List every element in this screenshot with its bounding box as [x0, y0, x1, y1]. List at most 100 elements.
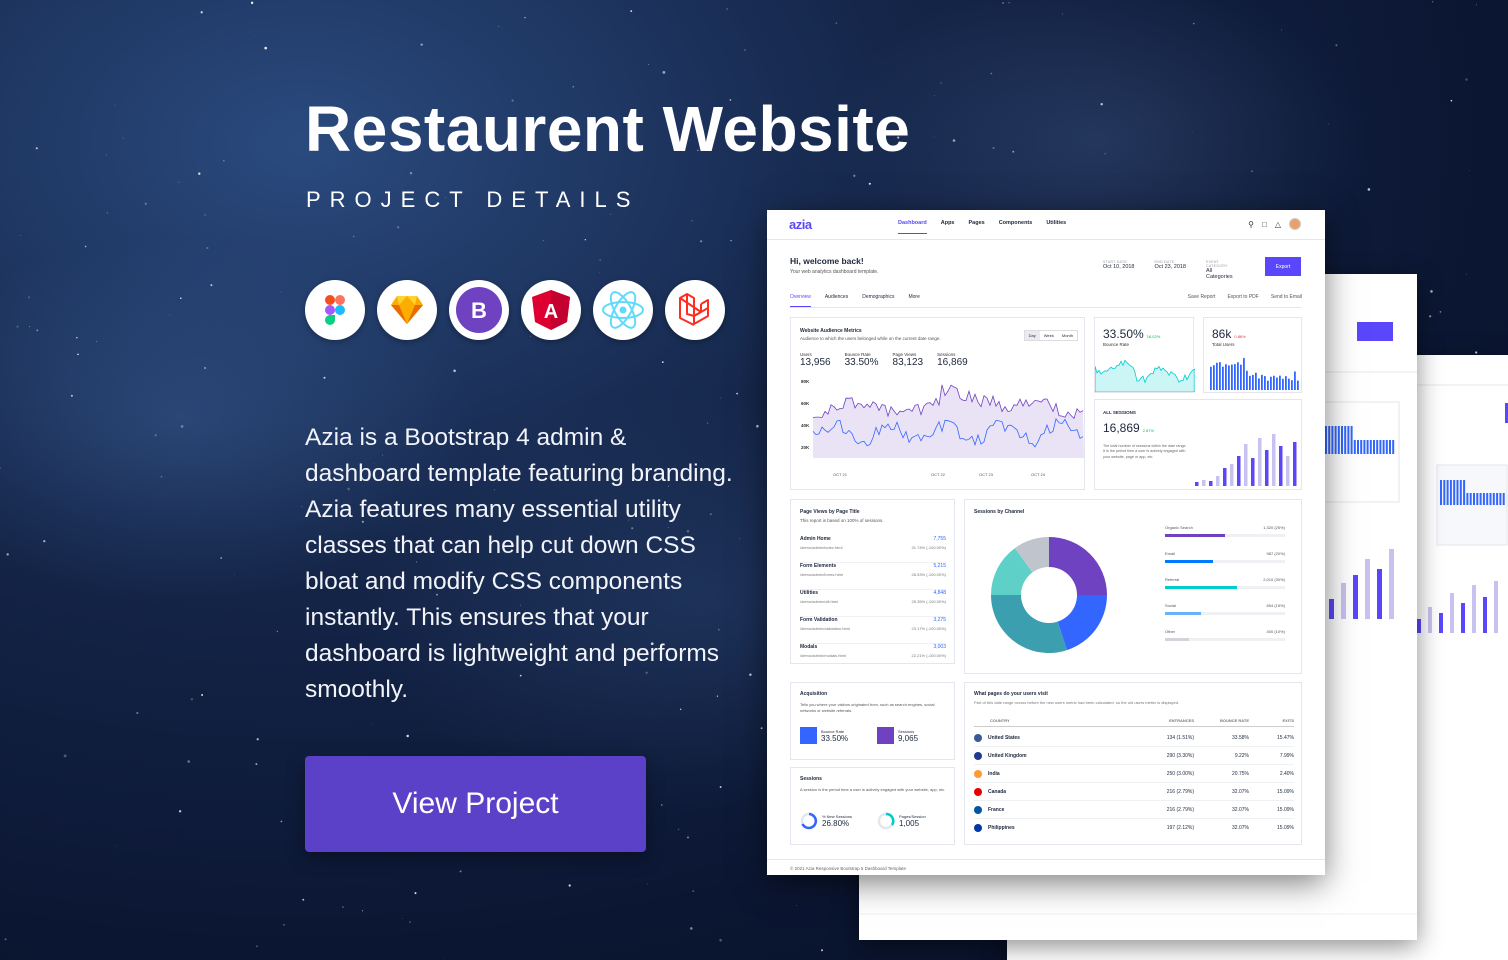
- user-bar: [1294, 371, 1296, 390]
- table-row[interactable]: France 216 (2.79%) 32.07% 15.09%: [974, 801, 1294, 819]
- search-icon[interactable]: ⚲: [1248, 220, 1254, 229]
- page-views-value: 5,215: [933, 563, 946, 569]
- event-category[interactable]: EVENT CATEGORY All Categories: [1206, 260, 1233, 280]
- channel-donut-chart: [991, 537, 1107, 653]
- bounce-sparkline: [1095, 359, 1195, 392]
- range-month[interactable]: Month: [1058, 331, 1077, 340]
- laravel-icon: [665, 280, 725, 340]
- range-day[interactable]: Day: [1024, 331, 1040, 340]
- channel-value: 987 (20%): [1266, 551, 1285, 556]
- list-item[interactable]: Form Validation/demo/admin/validation.ht…: [800, 617, 946, 644]
- greeting-subtitle: Your web analytics dashboard template.: [790, 269, 879, 275]
- page-title-text: Admin Home: [800, 536, 831, 542]
- visits-table-card: What pages do your users visit Part of t…: [964, 682, 1302, 845]
- page-title-text: Form Validation: [800, 617, 838, 623]
- table-row[interactable]: Philippines 197 (2.12%) 32.07% 15.09%: [974, 819, 1294, 837]
- export-pdf-button[interactable]: Export to PDF: [1227, 294, 1258, 300]
- menu-utilities[interactable]: Utilities: [1046, 220, 1066, 234]
- page-views-pct: 31.74% (-100.00%): [911, 545, 946, 550]
- range-week[interactable]: Week: [1040, 331, 1058, 340]
- metric-value: 33.50%: [844, 357, 879, 368]
- progress-ring-icon: [800, 812, 818, 830]
- user-bar: [1261, 374, 1263, 390]
- audience-metrics-card: Website Audience Metrics Audience to whi…: [790, 317, 1085, 490]
- greeting: Hi, welcome back!: [790, 256, 864, 266]
- tab-audiences[interactable]: Audiences: [825, 294, 848, 307]
- audience-area: [813, 384, 1084, 458]
- user-bar: [1279, 375, 1281, 390]
- session-bar: [1223, 468, 1227, 486]
- entrances: 216 (2.79%): [1166, 788, 1194, 795]
- page-views-pct: 23.17% (-100.00%): [911, 626, 946, 631]
- list-item[interactable]: Modals/demo/admin/modals.html 3,003 22.21%…: [800, 644, 946, 671]
- page-title: Restaurent Website: [305, 93, 911, 165]
- page-url: /demo/admin/forms.html: [800, 572, 843, 577]
- dashboard-preview: azia Dashboard Apps Pages Components Uti…: [767, 210, 1325, 875]
- page-views-pct: 22.21% (-100.00%): [911, 653, 946, 658]
- session-bar: [1244, 444, 1248, 486]
- tab-overview[interactable]: Overview: [790, 294, 811, 307]
- send-email-button[interactable]: Send to Email: [1271, 294, 1302, 300]
- channel-bar-fill: [1165, 638, 1189, 641]
- page-title-text: Modals: [800, 644, 818, 650]
- dashboard-footer: © 2021 Azia Responsive Bootstrap 5 Dashb…: [790, 866, 907, 871]
- end-date[interactable]: END DATE Oct 23, 2018: [1155, 260, 1187, 280]
- list-item[interactable]: Utilities/demo/admin/util.html 4,848 25.35…: [800, 590, 946, 617]
- list-item[interactable]: Form Elements/demo/admin/forms.html 5,215…: [800, 563, 946, 590]
- user-bar: [1228, 365, 1230, 390]
- user-bar: [1264, 376, 1266, 390]
- start-date-value: Oct 10, 2018: [1103, 264, 1135, 270]
- country-name: India: [988, 770, 1000, 777]
- user-bar: [1237, 362, 1239, 390]
- table-row[interactable]: United States 134 (1.51%) 33.58% 15.47%: [974, 729, 1294, 747]
- entrances: 216 (2.79%): [1166, 806, 1194, 813]
- session-bar: [1202, 480, 1206, 486]
- chat-icon[interactable]: □: [1262, 220, 1267, 229]
- menu-components[interactable]: Components: [999, 220, 1033, 234]
- bell-icon[interactable]: △: [1275, 220, 1281, 229]
- visits-title: What pages do your users visit: [974, 691, 1048, 697]
- user-bar: [1231, 364, 1233, 390]
- channel-row: Email 987 (20%): [1165, 551, 1285, 563]
- table-row[interactable]: United Kingdom 290 (3.30%) 9.22% 7.99%: [974, 747, 1294, 765]
- bar-chart-icon: [800, 727, 817, 744]
- export-button[interactable]: Export: [1265, 257, 1301, 276]
- bounce-change: 18.02%: [1146, 334, 1161, 339]
- bootstrap-icon: B: [449, 280, 509, 340]
- menu-pages[interactable]: Pages: [968, 220, 984, 234]
- entrances: 134 (1.51%): [1166, 734, 1194, 741]
- menu-dashboard[interactable]: Dashboard: [898, 220, 927, 234]
- menu-apps[interactable]: Apps: [941, 220, 955, 234]
- x-tick: OCT 23: [979, 472, 994, 477]
- sessions-value: 16,869: [1103, 421, 1140, 435]
- end-date-value: Oct 23, 2018: [1154, 264, 1187, 270]
- x-tick: OCT 21: [833, 472, 848, 477]
- new-sessions-value: 26.80%: [822, 819, 850, 828]
- session-bar: [1279, 446, 1283, 486]
- header-exits: EXITS: [1282, 718, 1294, 723]
- table-row[interactable]: India 250 (3.00%) 20.75% 2.40%: [974, 765, 1294, 783]
- dashboard-logo[interactable]: azia: [789, 217, 812, 232]
- users-label: Total Users: [1212, 342, 1235, 347]
- list-item[interactable]: Admin Home/demo/admin/index.html 7,755 31.…: [800, 536, 946, 563]
- page-url: /demo/admin/modals.html: [800, 653, 846, 658]
- page-views-card: Page Views by Page Title This report is …: [790, 499, 955, 664]
- figma-icon: [305, 280, 365, 340]
- session-bar: [1265, 450, 1269, 486]
- table-header: COUNTRY ENTRANCES BOUNCE RATE EXITS: [974, 715, 1294, 727]
- tab-demographics[interactable]: Demographics: [862, 294, 894, 307]
- view-project-button[interactable]: View Project: [305, 756, 646, 852]
- start-date[interactable]: START DATE Oct 10, 2018: [1103, 260, 1135, 280]
- page-views-pct: 28.53% (-100.00%): [911, 572, 946, 577]
- avatar[interactable]: [1289, 218, 1301, 230]
- audience-line-chart: 80K 60K 40K 20K OCT 21 OCT 22 OCT 23 OCT…: [801, 379, 1084, 477]
- tab-more[interactable]: More: [908, 294, 919, 307]
- channel-row: Social 654 (15%): [1165, 603, 1285, 615]
- sessions-card: Sessions A session is the period time a …: [790, 767, 955, 845]
- dashboard-tabs: Overview Audiences Demographics More Sav…: [790, 294, 1302, 308]
- table-row[interactable]: Canada 216 (2.79%) 32.07% 15.09%: [974, 783, 1294, 801]
- metric-value: 83,123: [892, 357, 924, 368]
- header-country: COUNTRY: [990, 718, 1010, 723]
- sessions-by-channel-card: Sessions by Channel Organic Search 1,320 …: [964, 499, 1302, 674]
- save-report-button[interactable]: Save Report: [1188, 294, 1216, 300]
